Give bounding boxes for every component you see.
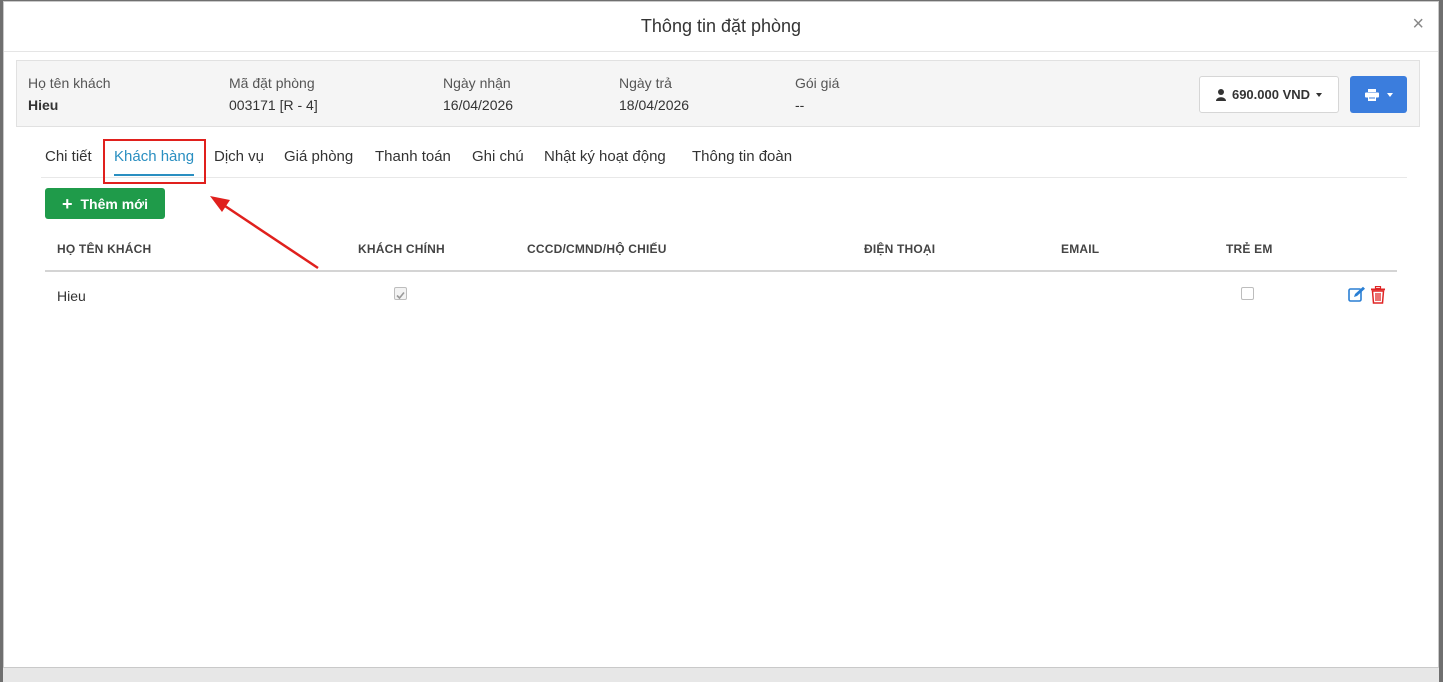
checkin-label: Ngày nhận (443, 75, 511, 91)
add-new-button[interactable]: + Thêm mới (45, 188, 165, 219)
tab-details[interactable]: Chi tiết (45, 148, 92, 165)
tab-activity-log[interactable]: Nhật ký hoạt động (544, 148, 666, 165)
add-new-label: Thêm mới (80, 195, 149, 212)
rate-value: -- (795, 97, 805, 113)
tab-bar: Chi tiết Khách hàng Dịch vụ Giá phòng Th… (41, 146, 1407, 178)
checkin-value: 16/04/2026 (443, 97, 514, 113)
user-icon (1215, 88, 1226, 101)
price-label: 690.000 VND (1231, 87, 1311, 102)
column-header-child: TRẺ EM (1226, 242, 1273, 256)
column-header-name: HỌ TÊN KHÁCH (57, 242, 152, 256)
booking-summary-panel: Họ tên khách Hieu Mã đặt phòng 003171 [R… (16, 60, 1420, 127)
close-icon[interactable]: × (1412, 14, 1424, 34)
booking-code-value: 003171 [R - 4] (229, 97, 318, 113)
column-header-main-guest: KHÁCH CHÍNH (358, 242, 445, 256)
printer-icon (1364, 88, 1379, 101)
guest-name-cell: Hieu (57, 288, 86, 304)
trash-icon[interactable] (1370, 286, 1386, 304)
checkin-field: Ngày nhận 16/04/2026 (443, 75, 513, 113)
chevron-down-icon (1316, 92, 1323, 97)
column-header-id-number: CCCD/CMND/HỘ CHIẾU (527, 242, 667, 256)
price-dropdown-button[interactable]: 690.000 VND (1199, 76, 1339, 113)
guest-name-field: Họ tên khách Hieu (28, 75, 111, 113)
print-dropdown-button[interactable] (1350, 76, 1407, 113)
booking-code-field: Mã đặt phòng 003171 [R - 4] (229, 75, 318, 113)
tab-room-rates[interactable]: Giá phòng (284, 148, 353, 165)
guest-name-label: Họ tên khách (28, 75, 111, 91)
booking-code-label: Mã đặt phòng (229, 75, 315, 91)
tab-notes[interactable]: Ghi chú (472, 148, 524, 165)
tab-services[interactable]: Dịch vụ (214, 148, 264, 165)
table-header-divider (45, 270, 1397, 272)
annotation-arrow (210, 196, 319, 270)
check-icon (396, 291, 405, 300)
child-checkbox[interactable] (1241, 287, 1254, 300)
rate-label: Gói giá (795, 75, 840, 91)
main-guest-checkbox[interactable] (394, 287, 407, 300)
modal-header: Thông tin đặt phòng × (4, 2, 1438, 52)
checkout-field: Ngày trả 18/04/2026 (619, 75, 689, 113)
tab-payments[interactable]: Thanh toán (375, 148, 451, 165)
chevron-down-icon (1386, 92, 1393, 97)
plus-icon: + (61, 193, 73, 214)
guest-name-value: Hieu (28, 97, 59, 113)
rate-field: Gói giá -- (795, 75, 839, 113)
tab-group-info[interactable]: Thông tin đoàn (692, 148, 792, 165)
edit-icon[interactable] (1348, 286, 1366, 303)
column-header-email: EMAIL (1061, 242, 1100, 256)
modal-footer-strip (3, 668, 1439, 682)
checkout-value: 18/04/2026 (619, 97, 690, 113)
checkout-label: Ngày trả (619, 75, 672, 91)
modal-title: Thông tin đặt phòng (640, 16, 802, 36)
column-header-phone: ĐIỆN THOẠI (864, 242, 936, 256)
annotation-highlight-box (103, 139, 206, 184)
